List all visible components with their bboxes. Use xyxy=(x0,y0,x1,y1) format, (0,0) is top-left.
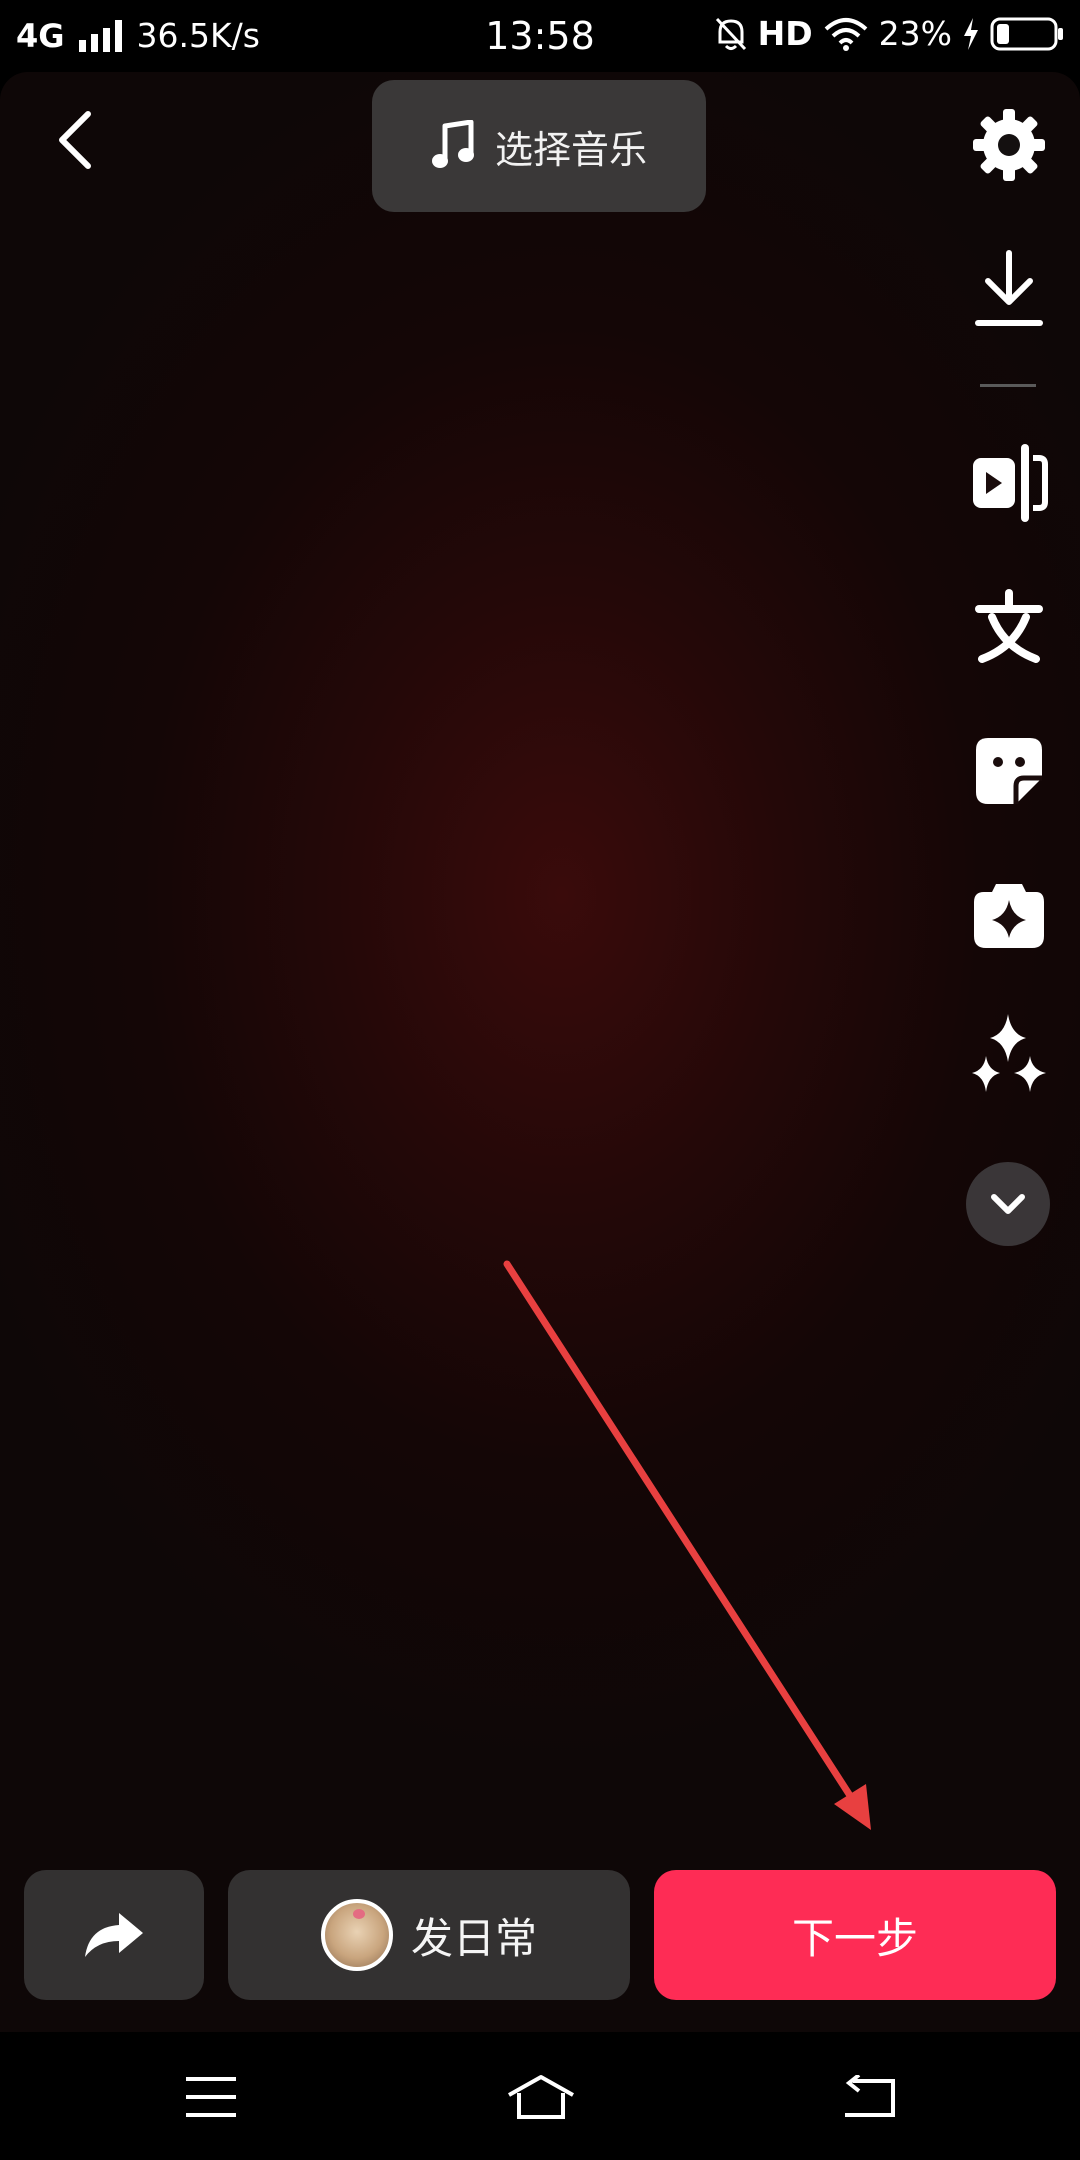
charging-icon xyxy=(964,17,978,50)
home-icon xyxy=(508,2075,574,2119)
select-music-button[interactable]: 选择音乐 xyxy=(372,80,706,212)
select-music-label: 选择音乐 xyxy=(494,127,647,172)
post-daily-button[interactable]: 发日常 xyxy=(228,1870,630,2000)
text-icon xyxy=(975,589,1043,663)
toolbar-divider xyxy=(980,384,1036,387)
expand-tools-button[interactable] xyxy=(966,1162,1050,1246)
back-button[interactable] xyxy=(44,100,104,180)
sticker-button[interactable] xyxy=(964,726,1054,816)
settings-button[interactable] xyxy=(964,100,1054,190)
post-daily-label: 发日常 xyxy=(410,1913,537,1963)
battery-percent: 23% xyxy=(878,14,952,53)
clip-button[interactable] xyxy=(964,438,1054,528)
system-nav-bar xyxy=(0,2032,1080,2160)
next-step-button[interactable]: 下一步 xyxy=(654,1870,1056,2000)
menu-icon xyxy=(186,2077,236,2117)
music-note-icon xyxy=(431,120,474,168)
effects-icon xyxy=(974,884,1044,948)
download-button[interactable] xyxy=(964,244,1054,334)
video-preview-canvas[interactable] xyxy=(0,72,1080,2032)
back-nav-icon xyxy=(845,2075,895,2117)
text-button[interactable] xyxy=(964,582,1054,672)
share-arrow-icon xyxy=(85,1913,143,1957)
sparkle-icon xyxy=(972,1014,1046,1092)
wifi-icon xyxy=(824,17,867,51)
battery-icon xyxy=(990,17,1063,50)
status-bar: 4G 36.5K/s 13:58 HD 23% xyxy=(0,0,1080,72)
share-button[interactable] xyxy=(24,1870,204,2000)
menu-nav-button[interactable] xyxy=(166,2062,256,2132)
home-nav-button[interactable] xyxy=(496,2062,586,2132)
back-nav-button[interactable] xyxy=(824,2062,914,2132)
chevron-down-icon xyxy=(991,1194,1025,1214)
enhance-button[interactable] xyxy=(964,1010,1054,1100)
hd-badge: HD xyxy=(757,14,813,53)
sticker-icon xyxy=(976,738,1042,804)
bottom-action-bar: 发日常 下一步 xyxy=(0,1870,1080,2002)
settings-icon xyxy=(973,109,1045,181)
effects-button[interactable] xyxy=(964,870,1054,960)
video-clip-icon xyxy=(973,444,1048,522)
chevron-left-icon xyxy=(59,111,91,169)
next-step-label: 下一步 xyxy=(791,1913,918,1963)
download-icon xyxy=(975,250,1043,326)
mute-bell-icon xyxy=(715,17,746,50)
avatar xyxy=(320,1899,393,1971)
